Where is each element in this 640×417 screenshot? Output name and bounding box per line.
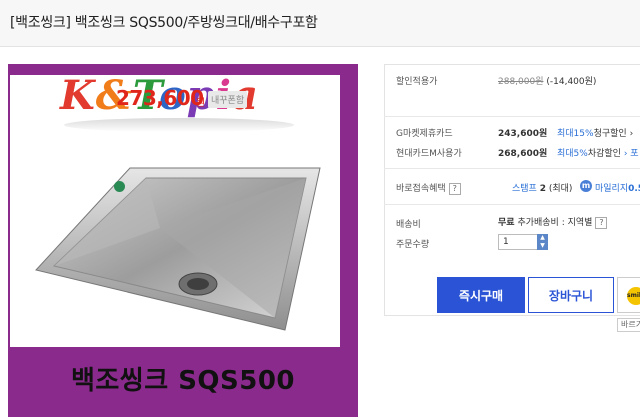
- discount-amount: (-14,400원): [546, 77, 597, 87]
- discount-label: 할인적용가: [396, 77, 438, 87]
- benefits-label: 바로접속혜택?: [396, 181, 461, 195]
- sale-price: 273,600: [116, 86, 204, 110]
- card-benefit-text: 차감할인: [587, 149, 621, 159]
- original-price-line: 288,000원 (-14,400원): [498, 74, 596, 87]
- mileage-benefit: 마일리지0.5: [595, 181, 640, 194]
- card-benefit-highlight: 최대15%: [557, 129, 594, 139]
- card-benefit-gmarket[interactable]: 최대15%청구할인 ›: [557, 126, 633, 139]
- card-price-hyundai: 268,600원: [498, 149, 548, 159]
- divider: [384, 168, 640, 169]
- stamp-note: (최대): [548, 184, 573, 194]
- divider: [384, 204, 640, 205]
- card-benefit-hyundai[interactable]: 최대5%차감할인 › 포: [557, 146, 639, 159]
- quantity-label: 주문수량: [396, 240, 430, 250]
- help-icon[interactable]: ?: [595, 216, 608, 229]
- shipping-info: 무료 추가배송비 : 지역별?: [498, 215, 608, 229]
- shipping-detail: 추가배송비 : 지역별: [517, 218, 593, 228]
- baro-tag[interactable]: 바르기: [617, 318, 640, 332]
- card-benefit-highlight: 최대5%: [557, 149, 588, 159]
- title-bar: [백조씽크] 백조씽크 SQS500/주방씽크대/배수구포함: [0, 0, 640, 47]
- smile-pay-icon: smile: [627, 287, 640, 305]
- mileage-icon: m: [580, 180, 592, 192]
- add-to-cart-button[interactable]: 장바구니: [528, 277, 614, 313]
- divider: [384, 116, 640, 117]
- logo-reflection: [64, 118, 294, 132]
- mileage-value: 0.5: [628, 184, 640, 194]
- stepper-up-icon[interactable]: ▲: [537, 234, 548, 242]
- shipping-free: 무료: [498, 218, 515, 228]
- sink-illustration: [35, 167, 321, 331]
- card-benefit-text: 청구할인: [593, 129, 627, 139]
- help-icon[interactable]: ?: [448, 182, 461, 195]
- chevron-right-icon: ›: [629, 129, 634, 139]
- card-price-gmarket: 243,600원: [498, 129, 548, 139]
- shipping-label: 배송비: [396, 220, 421, 230]
- mileage-text: 마일리지: [595, 184, 629, 194]
- product-caption: 백조씽크 SQS500: [70, 366, 296, 396]
- benefits-label-text: 바로접속혜택: [396, 184, 446, 194]
- sale-price-unit: 원: [196, 98, 206, 109]
- stepper-down-icon[interactable]: ▼: [537, 242, 548, 250]
- card-label-gmarket: G마켓제휴카드: [396, 129, 453, 139]
- stamp-benefit: 스탬프 2 (최대): [512, 181, 572, 194]
- smile-pay-button[interactable]: smile: [617, 277, 640, 313]
- page-title: [백조씽크] 백조씽크 SQS500/주방씽크대/배수구포함: [10, 15, 318, 31]
- stamp-count: 2: [539, 184, 546, 194]
- stamp-text: 스탬프: [512, 184, 537, 194]
- quantity-stepper[interactable]: ▲ ▼: [537, 234, 548, 250]
- chevron-right-icon: › 포: [623, 149, 639, 159]
- card-label-hyundai: 현대카드M사용가: [396, 149, 462, 159]
- buy-now-button[interactable]: 즉시구매: [437, 277, 525, 313]
- stamp-icon: [114, 181, 125, 192]
- coupon-badge[interactable]: 내꾸폰함: [208, 91, 248, 108]
- original-price: 288,000원: [498, 77, 544, 87]
